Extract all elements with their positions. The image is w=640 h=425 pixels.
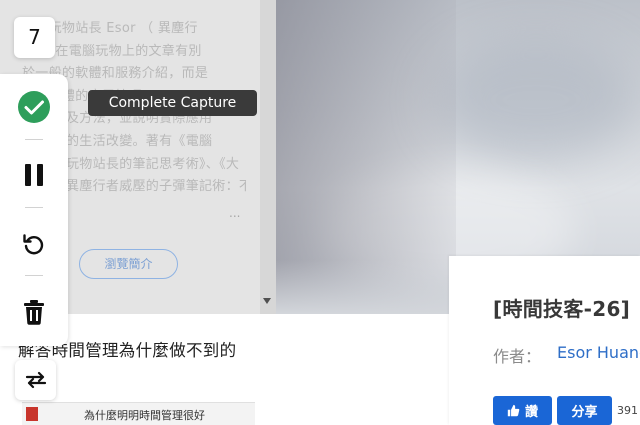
capture-count: 7 bbox=[14, 17, 55, 58]
toolbar-divider bbox=[25, 275, 43, 276]
bio-ellipsis: ... bbox=[229, 206, 241, 220]
share-count: 391 bbox=[617, 404, 638, 417]
author-bio-line: 者）．在電腦玩物上的文章有別 bbox=[22, 43, 202, 59]
book-info-card: [時間技客-26] 作者： Esor Huang 讚 分享 391 bbox=[449, 256, 640, 425]
like-label: 讚 bbox=[524, 405, 538, 420]
rotate-left-icon bbox=[23, 234, 44, 255]
toolbar-divider bbox=[25, 139, 43, 140]
pause-capture-button[interactable] bbox=[14, 155, 54, 195]
facebook-share-button[interactable]: 分享 bbox=[557, 396, 612, 425]
trash-icon bbox=[24, 300, 44, 325]
delete-capture-button[interactable] bbox=[14, 292, 54, 332]
swap-arrows-icon bbox=[25, 371, 46, 389]
swap-position-button[interactable] bbox=[15, 360, 56, 400]
complete-capture-tooltip: Complete Capture bbox=[88, 90, 257, 116]
article-thumbnail[interactable]: 為什麼明明時間管理很好 bbox=[22, 402, 255, 425]
author-bio-line: 電腦玩物站長 Esor （ 異塵行 bbox=[22, 21, 198, 36]
share-label: 分享 bbox=[571, 405, 598, 420]
view-intro-button[interactable]: 瀏覽簡介 bbox=[79, 249, 178, 279]
pause-icon bbox=[25, 164, 43, 186]
thumbnail-caption: 為什麼明明時間管理很好 bbox=[84, 409, 205, 422]
thumbs-up-icon bbox=[507, 404, 520, 417]
retry-capture-button[interactable] bbox=[14, 224, 54, 264]
panel-scrollbar[interactable] bbox=[260, 0, 276, 314]
toolbar-divider bbox=[25, 207, 43, 208]
complete-capture-button[interactable] bbox=[14, 87, 54, 127]
thumbnail-logo bbox=[26, 407, 38, 421]
facebook-like-button[interactable]: 讚 bbox=[493, 396, 552, 425]
scroll-down-arrow-icon[interactable] bbox=[263, 298, 271, 304]
check-circle-icon bbox=[18, 91, 50, 123]
author-label: 作者： bbox=[493, 347, 542, 366]
book-title: [時間技客-26] bbox=[493, 297, 631, 321]
hero-blur-shape bbox=[436, 40, 636, 160]
author-link[interactable]: Esor Huang bbox=[557, 343, 640, 362]
capture-toolbar bbox=[0, 74, 68, 346]
